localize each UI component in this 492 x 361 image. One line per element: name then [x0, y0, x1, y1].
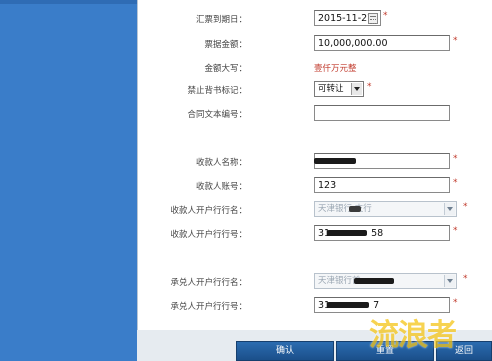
due-date-row: 汇票到期日： 2015-11-27 * — [137, 10, 492, 28]
redaction-mark — [327, 230, 367, 236]
payee-bank-no-label: 收款人开户行行号： — [170, 230, 247, 240]
endorse-flag-select[interactable]: 可转让 — [314, 81, 364, 97]
payee-bank-no-suffix: 58 — [371, 228, 384, 239]
amount-words-value: 壹仟万元整 — [314, 64, 357, 74]
redaction-mark — [314, 158, 356, 164]
contract-no-input[interactable] — [314, 105, 450, 121]
amount-input[interactable]: 10,000,000.00 — [314, 35, 450, 51]
required-star: * — [463, 202, 468, 212]
amount-words-row: 金额大写： 壹仟万元整 — [137, 59, 492, 77]
redaction-mark — [349, 206, 361, 212]
amount-row: 票据金额： 10,000,000.00 * — [137, 35, 492, 53]
payee-name-row: 收款人名称： * — [137, 153, 492, 171]
endorse-flag-value: 可转让 — [318, 84, 344, 94]
required-star: * — [453, 298, 458, 308]
amount-label: 票据金额： — [204, 40, 247, 50]
left-sidebar — [0, 0, 137, 361]
payee-bank-name-label: 收款人开户行行名： — [170, 206, 247, 216]
chevron-down-icon[interactable] — [444, 203, 455, 215]
endorse-flag-label: 禁止背书标记： — [187, 86, 247, 96]
payee-bank-name-select[interactable]: 天津银行 支行 — [314, 201, 457, 217]
required-star: * — [383, 11, 388, 21]
required-star: * — [453, 36, 458, 46]
redaction-mark — [327, 302, 369, 308]
chevron-down-icon[interactable] — [444, 275, 455, 287]
contract-no-label: 合同文本编号： — [187, 110, 247, 120]
payee-account-input[interactable]: 123 — [314, 177, 450, 193]
required-star: * — [453, 178, 458, 188]
acceptor-bank-no-label: 承兑人开户行行号： — [170, 302, 247, 312]
acceptor-bank-name-label: 承兑人开户行行名： — [170, 278, 247, 288]
due-date-label: 汇票到期日： — [195, 15, 247, 25]
endorse-flag-row: 禁止背书标记： 可转让 * — [137, 81, 492, 99]
payee-bank-no-row: 收款人开户行行号： 31 58 * — [137, 225, 492, 243]
payee-name-label: 收款人名称： — [195, 158, 247, 168]
confirm-button[interactable]: 确认 — [236, 341, 334, 361]
sidebar-top-strip — [0, 0, 137, 4]
chevron-down-icon[interactable] — [351, 83, 362, 95]
required-star: * — [367, 82, 372, 92]
due-date-value: 2015-11-27 — [318, 13, 374, 24]
due-date-input[interactable]: 2015-11-27 — [314, 10, 381, 26]
redaction-mark — [354, 278, 394, 284]
acceptor-bank-name-row: 承兑人开户行行名： 天津银行首 * — [137, 273, 492, 291]
amount-words-label: 金额大写： — [204, 64, 247, 74]
contract-no-row: 合同文本编号： — [137, 105, 492, 123]
payee-account-label: 收款人账号： — [195, 182, 247, 192]
payee-account-row: 收款人账号： 123 * — [137, 177, 492, 195]
calendar-icon[interactable] — [368, 13, 378, 24]
payee-bank-name-row: 收款人开户行行名： 天津银行 支行 * — [137, 201, 492, 219]
required-star: * — [453, 226, 458, 236]
required-star: * — [453, 154, 458, 164]
required-star: * — [463, 274, 468, 284]
watermark-logo: 流浪者 — [369, 318, 457, 353]
payee-bank-name-value: 天津银行 支行 — [318, 204, 372, 214]
